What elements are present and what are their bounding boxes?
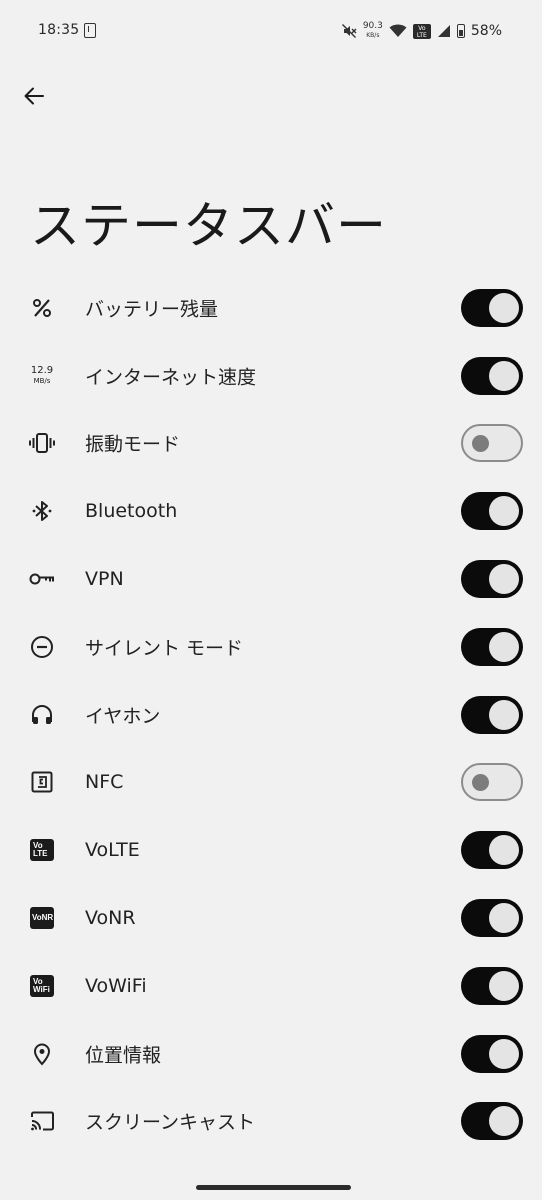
toggle-knob <box>472 774 489 792</box>
setting-label: NFC <box>85 771 124 794</box>
setting-row-battery[interactable]: バッテリー残量 <box>0 274 542 342</box>
toggle-switch[interactable] <box>461 288 523 327</box>
signal-icon <box>437 25 450 37</box>
battery-icon <box>456 24 465 38</box>
volte-icon: Vo LTE <box>26 836 58 864</box>
toggle-switch[interactable] <box>461 899 523 938</box>
toggle-switch[interactable] <box>461 763 523 802</box>
setting-label: VoNR <box>85 907 136 930</box>
setting-row-silent[interactable]: サイレント モード <box>0 613 542 681</box>
setting-row-volte[interactable]: Vo LTE VoLTE <box>0 816 542 884</box>
net-speed-icon: 12.9 MB/s <box>26 362 58 390</box>
percent-icon <box>26 294 58 322</box>
cast-icon <box>26 1107 58 1135</box>
toggle-knob <box>489 835 519 866</box>
setting-row-nfc[interactable]: NFC <box>0 749 542 817</box>
setting-row-net-speed[interactable]: 12.9 MB/s インターネット速度 <box>0 342 542 410</box>
setting-label: イヤホン <box>85 705 161 728</box>
toggle-switch[interactable] <box>461 627 523 666</box>
toggle-switch[interactable] <box>461 695 523 734</box>
toggle-switch[interactable] <box>461 1034 523 1073</box>
toggle-knob <box>489 292 519 323</box>
setting-label: VPN <box>85 568 124 591</box>
setting-row-vpn[interactable]: VPN <box>0 545 542 613</box>
nfc-icon <box>26 768 58 796</box>
volte-status-icon: Vo LTE <box>412 23 431 39</box>
bluetooth-icon <box>26 497 58 525</box>
volte-badge: Vo LTE <box>30 839 54 862</box>
toggle-knob <box>489 1038 519 1069</box>
setting-label: 振動モード <box>85 433 181 456</box>
setting-row-screencast[interactable]: スクリーンキャスト <box>0 1088 542 1156</box>
setting-row-earphones[interactable]: イヤホン <box>0 681 542 749</box>
toggle-switch[interactable] <box>461 492 523 531</box>
wifi-icon <box>389 24 407 37</box>
toggle-knob <box>489 564 519 595</box>
status-bar: 18:35 90.3 KB/s Vo LTE 58% <box>0 0 542 64</box>
key-icon <box>26 565 58 593</box>
setting-row-vibration[interactable]: 振動モード <box>0 410 542 478</box>
vowifi-icon: Vo WiFi <box>26 972 58 1000</box>
setting-label: VoLTE <box>85 839 140 862</box>
setting-row-vonr[interactable]: VoNR VoNR <box>0 884 542 952</box>
status-time: 18:35 <box>38 22 80 38</box>
vowifi-badge: Vo WiFi <box>30 974 54 997</box>
toggle-knob <box>489 699 519 730</box>
setting-label: サイレント モード <box>85 637 244 660</box>
back-arrow-icon <box>24 87 44 105</box>
setting-row-bluetooth[interactable]: Bluetooth <box>0 477 542 545</box>
toggle-knob <box>472 435 489 453</box>
home-indicator[interactable] <box>196 1185 351 1190</box>
net-speed-icon-value: 12.9 <box>30 364 54 376</box>
toggle-knob <box>489 631 519 662</box>
location-icon <box>26 1040 58 1068</box>
vonr-badge-text: VoNR <box>32 913 54 923</box>
toggle-knob <box>489 360 519 391</box>
toggle-knob <box>489 903 519 934</box>
toggle-switch[interactable] <box>461 831 523 870</box>
network-speed: 90.3 KB/s <box>363 22 383 40</box>
setting-label: スクリーンキャスト <box>85 1111 256 1134</box>
toggle-switch[interactable] <box>461 356 523 395</box>
headphones-icon <box>26 701 58 729</box>
setting-label: バッテリー残量 <box>85 298 219 321</box>
toggle-switch[interactable] <box>461 966 523 1005</box>
net-speed-icon-unit: MB/s <box>33 376 51 385</box>
setting-label: Bluetooth <box>85 500 178 523</box>
download-icon <box>84 23 96 38</box>
vowifi-badge-bottom: WiFi <box>33 984 50 994</box>
mute-icon <box>341 24 357 38</box>
toggle-switch[interactable] <box>461 424 523 463</box>
vonr-badge: VoNR <box>30 907 54 930</box>
volte-badge-bottom: LTE <box>33 849 48 859</box>
network-speed-value: 90.3 <box>362 21 383 31</box>
page-title: ステータスバー <box>30 197 387 255</box>
setting-label: VoWiFi <box>85 974 147 997</box>
setting-label: 位置情報 <box>85 1044 162 1067</box>
battery-percent: 58% <box>470 23 502 39</box>
setting-row-vowifi[interactable]: Vo WiFi VoWiFi <box>0 952 542 1020</box>
network-speed-unit: KB/s <box>366 32 380 39</box>
toggle-switch[interactable] <box>461 1102 523 1141</box>
setting-label: インターネット速度 <box>85 366 257 389</box>
settings-list: バッテリー残量 12.9 MB/s インターネット速度 振動モード Blueto… <box>0 274 542 1155</box>
status-icons: 90.3 KB/s Vo LTE 58% <box>341 20 502 42</box>
toggle-knob <box>489 1106 519 1137</box>
toggle-switch[interactable] <box>461 560 523 599</box>
toggle-knob <box>489 970 519 1001</box>
setting-row-location[interactable]: 位置情報 <box>0 1020 542 1088</box>
toggle-knob <box>489 496 519 527</box>
vonr-icon: VoNR <box>26 904 58 932</box>
vibration-icon <box>26 429 58 457</box>
back-button[interactable] <box>18 80 50 112</box>
dnd-icon <box>26 633 58 661</box>
